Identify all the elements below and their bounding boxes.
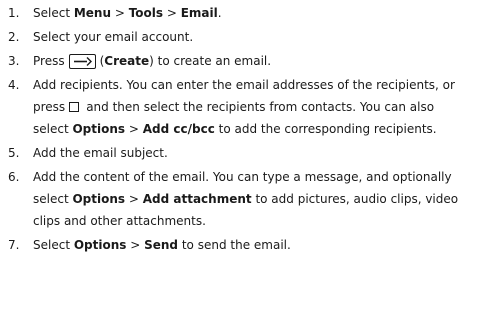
step-text: Select Menu > Tools > Email. — [33, 2, 489, 24]
create-key-icon — [68, 54, 96, 69]
add-cc-bcc-term: Add cc/bcc — [142, 122, 215, 136]
instruction-page: 1. Select Menu > Tools > Email. 2. Selec… — [0, 0, 489, 334]
step-number: 4. — [8, 78, 20, 92]
options-term: Options — [72, 192, 126, 206]
step-number: 2. — [8, 30, 20, 44]
step-number: 5. — [8, 146, 20, 160]
step-text: Press (Create) to create an email. — [33, 50, 489, 72]
step-3: 3. Press (Create) to create an email. — [0, 50, 489, 72]
options-term: Options — [72, 122, 126, 136]
step-number: 6. — [8, 170, 20, 184]
text-run: to send the email. — [178, 238, 291, 252]
text-run: Select — [33, 238, 74, 252]
step-number: 7. — [8, 238, 20, 252]
separator: > — [163, 6, 181, 20]
step-6: 6. Add the content of the email. You can… — [0, 166, 489, 232]
separator: > — [125, 122, 143, 136]
square-key-icon — [69, 102, 80, 112]
step-5: 5. Add the email subject. — [0, 142, 489, 164]
step-text: Add the content of the email. You can ty… — [33, 166, 489, 232]
separator: > — [126, 238, 145, 252]
step-number: 1. — [8, 6, 20, 20]
text-run: ) to create an email. — [149, 54, 272, 68]
text-run: Press — [33, 54, 65, 68]
text-run: . — [217, 6, 222, 20]
step-7: 7. Select Options > Send to send the ema… — [0, 234, 489, 256]
add-attachment-term: Add attachment — [142, 192, 252, 206]
tools-term: Tools — [128, 6, 164, 20]
text-run: to add the corresponding recipients. — [214, 122, 437, 136]
step-2: 2. Select your email account. — [0, 26, 489, 48]
step-text: Add recipients. You can enter the email … — [33, 74, 489, 140]
step-1: 1. Select Menu > Tools > Email. — [0, 2, 489, 24]
email-term: Email — [180, 6, 218, 20]
step-text: Select Options > Send to send the email. — [33, 234, 489, 256]
text-run: Select — [33, 6, 74, 20]
step-number: 3. — [8, 54, 20, 68]
menu-term: Menu — [73, 6, 112, 20]
separator: > — [111, 6, 129, 20]
create-term: Create — [104, 54, 150, 68]
options-term: Options — [73, 238, 127, 252]
send-term: Send — [144, 238, 179, 252]
step-text: Add the email subject. — [33, 146, 168, 160]
email-steps-list: 1. Select Menu > Tools > Email. 2. Selec… — [0, 0, 489, 256]
step-4: 4. Add recipients. You can enter the ema… — [0, 74, 489, 140]
separator: > — [125, 192, 143, 206]
step-text: Select your email account. — [33, 30, 194, 44]
